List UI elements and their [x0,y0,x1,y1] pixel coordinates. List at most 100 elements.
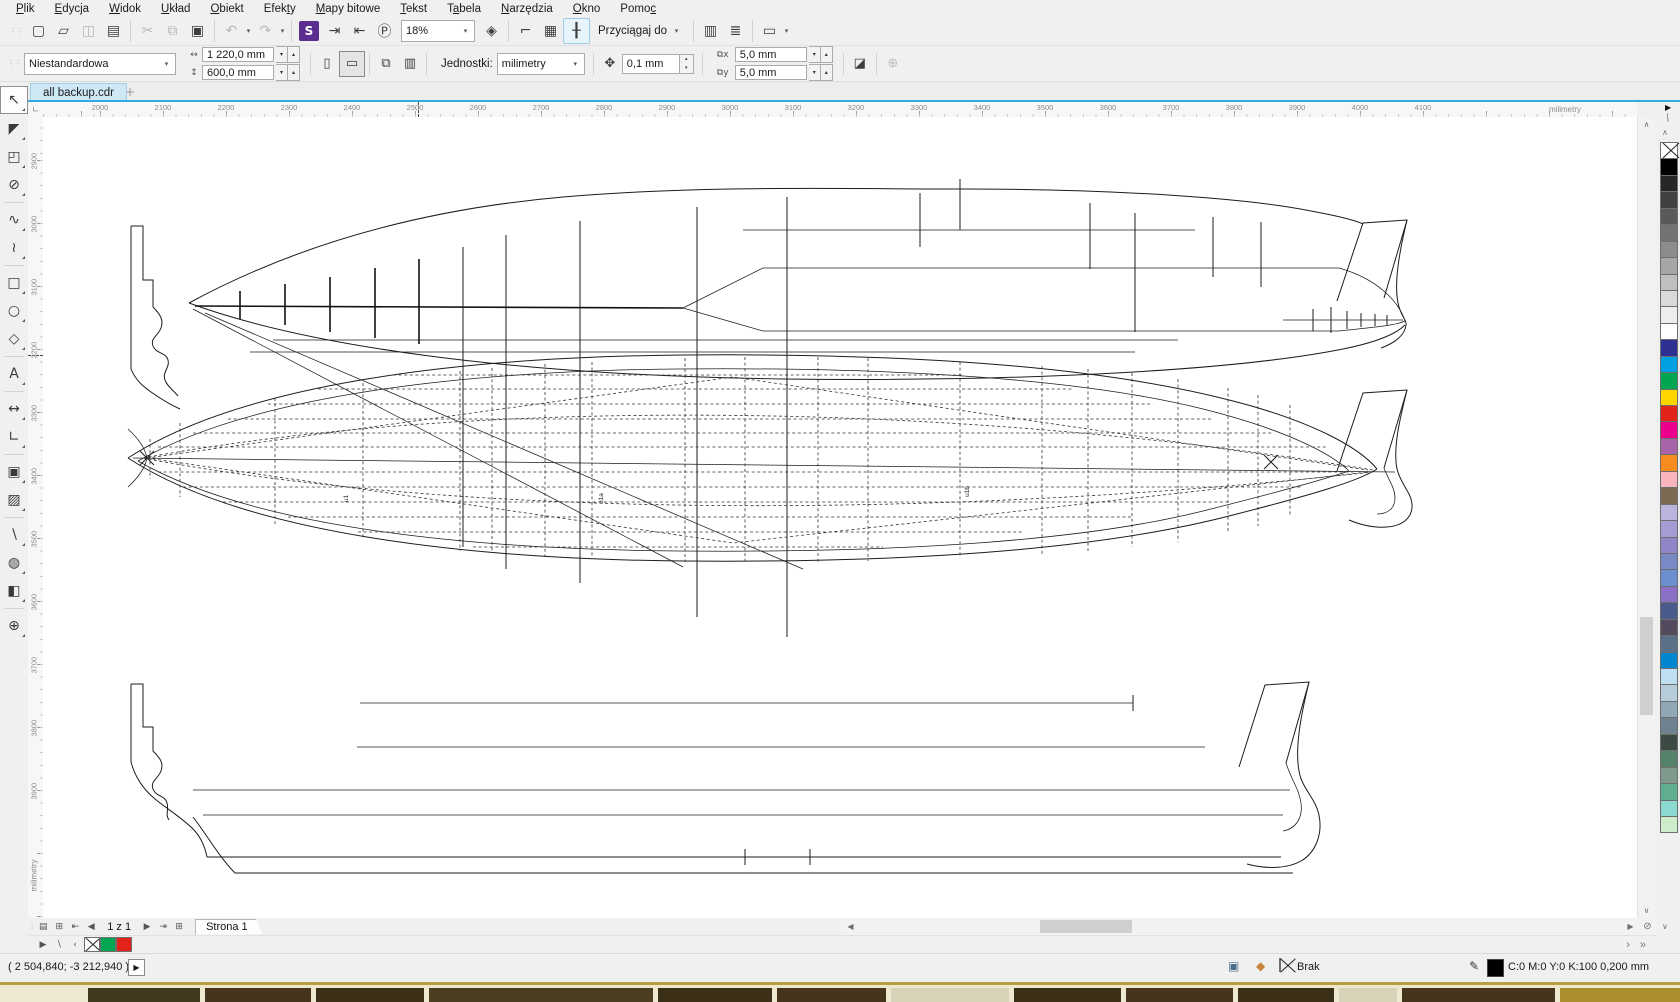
horizontal-scrollbar[interactable]: ◀ ▶ ⊘ [840,918,1656,935]
full-screen-preview-button[interactable]: ◈ [479,19,504,43]
color-swatch[interactable] [1660,684,1678,701]
taskbar-button[interactable] [1339,988,1397,1002]
color-swatch[interactable] [1660,619,1678,636]
crop-tool[interactable]: ◰ [1,144,27,170]
units-select[interactable]: milimetry ▾ [497,53,585,75]
color-swatch[interactable] [1660,602,1678,619]
color-swatch[interactable] [1660,652,1678,669]
color-swatch[interactable] [1660,569,1678,586]
color-swatch[interactable] [1660,783,1678,800]
zoom-level-select[interactable]: 18%▾ [401,20,475,42]
welcome-screen-button[interactable]: ▥ [698,19,723,43]
horizontal-scroll-thumb[interactable] [1040,920,1132,933]
menu-narzedzia[interactable]: Narzędzia [491,2,563,16]
menu-tekst[interactable]: Tekst [390,2,437,16]
next-page-icon[interactable]: ▶ [139,922,155,932]
duplicate-y-input[interactable]: 5,0 mm [735,65,807,80]
palette-scroll-down-icon[interactable]: ∨ [1662,922,1668,931]
color-swatch[interactable] [1660,175,1678,192]
color-swatch[interactable] [1660,339,1678,356]
smart-fill-tool[interactable]: ◧ [1,578,27,604]
all-pages-button[interactable]: ⧉ [374,52,398,76]
dup-x-up[interactable]: ▴ [821,46,833,63]
more-tools[interactable]: ⊕ [1,613,27,639]
previous-page-icon[interactable]: ◀ [83,922,99,932]
vertical-scrollbar[interactable]: ∧ ∨ [1637,117,1655,918]
cut-button[interactable]: ✂ [135,19,160,43]
show-grid-button[interactable]: ▦ [538,19,563,43]
parallel-dimension-tool[interactable]: ↔ [1,396,27,422]
options-button[interactable]: ≣ [723,19,748,43]
scroll-up-icon[interactable]: ∧ [1638,117,1655,132]
add-page-icon[interactable]: ⊞ [51,922,67,932]
taskbar-button[interactable] [316,988,424,1002]
color-swatch[interactable] [1660,438,1678,455]
page-size-preset-select[interactable]: Niestandardowa ▾ [24,53,176,75]
redo-button[interactable]: ↷ [253,19,278,43]
width-spin-up[interactable]: ▴ [288,46,300,63]
scroll-left-icon[interactable]: ◀ [842,919,859,934]
drawing-canvas[interactable]: u1u1au1b [43,117,1637,918]
shape-tool[interactable]: ◤ [1,116,27,142]
drop-shadow-tool[interactable]: ▣ [1,459,27,485]
taskbar-button[interactable] [88,988,200,1002]
menu-okno[interactable]: Okno [563,2,611,16]
color-swatch[interactable] [1660,504,1678,521]
menu-uklad[interactable]: Układ [151,2,200,16]
color-eyedropper-tool[interactable]: ∖ [1,522,27,548]
color-swatch[interactable] [1660,701,1678,718]
docpalette-flyout-icon[interactable]: ▶ [36,940,50,950]
scroll-down-icon[interactable]: ∨ [1638,903,1655,918]
text-tool[interactable]: A [1,361,27,387]
color-swatch[interactable] [1660,306,1678,323]
color-swatch[interactable] [1660,816,1678,833]
color-swatch[interactable] [1660,734,1678,751]
application-launcher-dropdown-icon[interactable]: ▾ [782,27,791,35]
freehand-tool[interactable]: ∿ [1,207,27,233]
outline-swatch[interactable] [1487,959,1504,977]
document-tab[interactable]: all backup.cdr [30,83,127,101]
color-swatch[interactable] [1660,389,1678,406]
color-swatch[interactable] [1660,537,1678,554]
taskbar-button[interactable] [429,988,653,1002]
zoom-to-page-icon[interactable]: ⊘ [1639,919,1656,934]
import-button[interactable]: ⇥ [322,19,347,43]
application-launcher-button[interactable]: ▭ [757,19,782,43]
color-swatch[interactable] [1660,586,1678,603]
docpalette-scroll-right-icon[interactable]: › [1626,939,1630,951]
menu-mapy-bitowe[interactable]: Mapy bitowe [306,2,391,16]
connector-tool[interactable]: ∟ [1,424,27,450]
color-swatch[interactable] [1660,553,1678,570]
dup-y-up[interactable]: ▴ [821,64,833,81]
first-page-icon[interactable]: ⇤ [67,922,83,932]
scroll-right-icon[interactable]: ▶ [1622,919,1639,934]
undo-button[interactable]: ↶ [219,19,244,43]
menu-widok[interactable]: Widok [99,2,151,16]
toolbar-grip[interactable]: ⋮⋮ [9,27,23,36]
color-swatch[interactable] [1660,208,1678,225]
color-swatch[interactable] [1660,767,1678,784]
coordinates-menu-button[interactable]: ▶ [128,959,145,976]
palette-flyout-icon[interactable]: ▶ [1665,103,1671,112]
zoom-tool[interactable]: ⊘ [1,172,27,198]
fill-swatch[interactable] [1279,959,1293,975]
color-swatch[interactable] [1660,274,1678,291]
docpalette-swatch[interactable] [84,937,100,952]
interactive-fill-tool[interactable]: ◍ [1,550,27,576]
new-document-tab-button[interactable]: + [123,85,137,99]
taskbar-button[interactable] [1126,988,1233,1002]
color-swatch[interactable] [1660,750,1678,767]
landscape-button[interactable]: ▭ [339,51,365,77]
transparency-tool[interactable]: ▨ [1,487,27,513]
taskbar-button[interactable] [1238,988,1334,1002]
taskbar-button[interactable] [205,988,311,1002]
color-swatch[interactable] [1660,668,1678,685]
pick-tool[interactable]: ↖ [0,86,28,114]
taskbar-button[interactable] [891,988,1009,1002]
color-swatch[interactable] [1660,257,1678,274]
docpalette-eyedropper-icon[interactable]: ∖ [52,940,66,950]
color-swatch[interactable] [1660,372,1678,389]
menu-pomoc[interactable]: Pomoc [610,2,666,16]
color-swatch[interactable] [1660,142,1678,159]
proof-colors-icon[interactable]: ▣ [1228,959,1239,973]
